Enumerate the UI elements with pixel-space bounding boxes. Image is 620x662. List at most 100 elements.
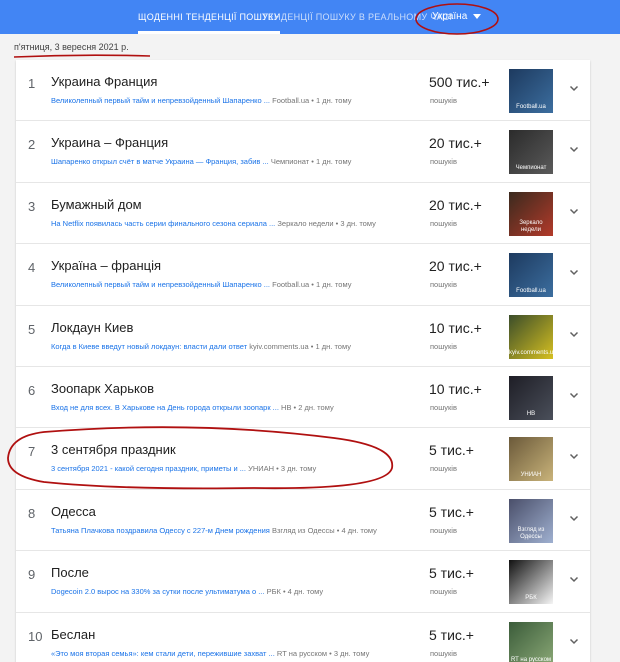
trend-article: Татьяна Плачкова поздравила Одессу с 227…	[51, 526, 377, 535]
article-thumbnail[interactable]: РБК	[509, 560, 553, 605]
article-thumbnail[interactable]: Взгляд из Одессы	[509, 498, 553, 543]
trend-title[interactable]: Беслан	[51, 627, 95, 642]
search-count: 20 тис.+	[429, 258, 482, 275]
search-count: 5 тис.+	[429, 442, 474, 459]
chevron-down-icon[interactable]	[568, 143, 580, 155]
trend-title[interactable]: Бумажный дом	[51, 197, 142, 212]
chevron-down-icon[interactable]	[568, 205, 580, 217]
chevron-down-icon[interactable]	[568, 573, 580, 585]
article-thumbnail[interactable]: Зеркало недели	[509, 191, 553, 236]
search-count: 10 тис.+	[429, 319, 482, 336]
trend-article: На Netflix появилась часть серии финальн…	[51, 219, 376, 228]
chevron-down-icon[interactable]	[568, 635, 580, 647]
tab-realtime-trends-label: ТЕНДЕНЦІЇ ПОШУКУ В РЕАЛЬНОМУ ЧАСІ	[262, 12, 453, 22]
article-source: RT на русском • 3 дн. тому	[276, 648, 370, 658]
article-link[interactable]: На Netflix появилась часть серии финальн…	[51, 219, 275, 228]
trend-rank: 3	[28, 198, 36, 214]
thumbnail-source-label: РБК	[525, 595, 537, 602]
search-count-label: пошуків	[430, 587, 457, 597]
article-thumbnail[interactable]: kyiv.comments.ua	[509, 314, 553, 359]
thumbnail-source-label: RT на русском	[510, 656, 552, 662]
trend-title[interactable]: Украина – Франция	[51, 135, 168, 150]
search-count-label: пошуків	[430, 648, 457, 658]
search-count: 5 тис.+	[429, 626, 474, 643]
tab-daily-trends-label: ЩОДЕННІ ТЕНДЕНЦІЇ ПОШУКУ	[138, 12, 280, 22]
chevron-down-icon[interactable]	[568, 266, 580, 278]
trend-rank: 5	[28, 321, 36, 337]
trend-rank: 7	[28, 444, 36, 460]
article-thumbnail[interactable]: RT на русском	[509, 621, 553, 662]
trend-title[interactable]: После	[51, 565, 89, 580]
chevron-down-icon[interactable]	[568, 82, 580, 94]
search-count: 5 тис.+	[429, 565, 474, 582]
article-link[interactable]: Шапаренко открыл счёт в матче Украина — …	[51, 157, 269, 166]
top-bar: ЩОДЕННІ ТЕНДЕНЦІЇ ПОШУКУ ТЕНДЕНЦІЇ ПОШУК…	[0, 0, 620, 34]
thumbnail-source-label: kyiv.comments.ua	[509, 349, 553, 356]
search-count-label: пошуків	[430, 157, 457, 167]
trend-row[interactable]: 9 После Dogecoin 2.0 вырос на 330% за сутк…	[16, 551, 590, 613]
search-count-label: пошуків	[430, 464, 457, 474]
trend-row[interactable]: 2 Украина – Франция Шапаренко открыл счёт …	[16, 121, 590, 183]
trends-list: 1 Украина Франция Великолепный первый тайм…	[16, 60, 590, 662]
trend-article: Dogecoin 2.0 вырос на 330% за сутки посл…	[51, 587, 323, 596]
article-source: Зеркало недели • 3 дн. тому	[277, 218, 376, 228]
trend-row[interactable]: 1 Украина Франция Великолепный первый тайм…	[16, 60, 590, 122]
article-source: УНИАН • 3 дн. тому	[248, 464, 317, 474]
trend-row[interactable]: 4 Україна – франція Великолепный первый та…	[16, 244, 590, 306]
article-source: kyiv.comments.ua • 1 дн. тому	[249, 341, 351, 351]
search-count-label: пошуків	[430, 280, 457, 290]
chevron-down-icon[interactable]	[568, 328, 580, 340]
chevron-down-icon[interactable]	[568, 512, 580, 524]
trend-title[interactable]: Локдаун Киев	[51, 320, 133, 335]
trend-row[interactable]: 5 Локдаун Киев Когда в Киеве введут новый …	[16, 306, 590, 367]
article-thumbnail[interactable]: НВ	[509, 376, 553, 420]
article-link[interactable]: Великолепный первый тайм и непревзойденн…	[51, 280, 270, 289]
trend-title[interactable]: 3 сентября праздник	[51, 442, 176, 457]
search-count-label: пошуків	[430, 525, 457, 535]
trend-row[interactable]: 8 Одесса Татьяна Плачкова поздравила Одесс…	[16, 490, 590, 552]
trend-row[interactable]: 7 3 сентября праздник 3 сентября 2021 - ка…	[16, 428, 590, 490]
trend-title[interactable]: Одесса	[51, 504, 96, 519]
search-count-label: пошуків	[430, 341, 457, 351]
trend-row[interactable]: 3 Бумажный дом На Netflix появилась часть …	[16, 183, 590, 245]
trend-rank: 1	[28, 76, 36, 91]
trend-article: Шапаренко открыл счёт в матче Украина — …	[51, 157, 351, 166]
thumbnail-source-label: НВ	[526, 411, 536, 417]
trend-rank: 9	[28, 567, 36, 583]
article-link[interactable]: Великолепный первый тайм и непревзойденн…	[51, 96, 270, 105]
article-link[interactable]: 3 сентября 2021 - какой сегодня праздник…	[51, 464, 246, 473]
thumbnail-source-label: Football.ua	[516, 288, 546, 295]
article-thumbnail[interactable]: Football.ua	[509, 69, 553, 113]
article-link[interactable]: Вход не для всех. В Харькове на День гор…	[51, 403, 279, 412]
tab-realtime-trends[interactable]: ТЕНДЕНЦІЇ ПОШУКУ В РЕАЛЬНОМУ ЧАСІ	[262, 0, 452, 34]
trend-title[interactable]: Украина Франция	[51, 74, 157, 89]
article-source: Взгляд из Одессы • 4 дн. тому	[271, 525, 377, 535]
trend-row[interactable]: 6 Зоопарк Харьков Вход не для всех. В Харь…	[16, 367, 590, 429]
article-source: Football.ua • 1 дн. тому	[272, 280, 352, 290]
trend-title[interactable]: Україна – франція	[51, 258, 161, 273]
active-tab-indicator	[138, 31, 280, 34]
trend-title[interactable]: Зоопарк Харьков	[51, 381, 154, 396]
search-count: 500 тис.+	[429, 74, 490, 90]
trend-row[interactable]: 10 Беслан «Это моя вторая семья»: кем стал…	[16, 613, 590, 662]
tab-daily-trends[interactable]: ЩОДЕННІ ТЕНДЕНЦІЇ ПОШУКУ	[138, 0, 280, 34]
article-link[interactable]: Dogecoin 2.0 вырос на 330% за сутки посл…	[51, 587, 264, 596]
article-link[interactable]: Татьяна Плачкова поздравила Одессу с 227…	[51, 526, 270, 535]
trend-article: «Это моя вторая семья»: кем стали дети, …	[51, 649, 369, 658]
article-thumbnail[interactable]: Чемпионат	[509, 130, 553, 175]
country-selector[interactable]: Україна	[432, 0, 482, 34]
trend-rank: 4	[28, 260, 36, 276]
article-link[interactable]: «Это моя вторая семья»: кем стали дети, …	[51, 649, 275, 658]
article-link[interactable]: Когда в Киеве введут новый локдаун: влас…	[51, 342, 247, 351]
trend-rank: 6	[28, 383, 36, 398]
search-count: 20 тис.+	[429, 196, 482, 213]
article-thumbnail[interactable]: Football.ua	[509, 253, 553, 298]
trend-article: Великолепный первый тайм и непревзойденн…	[51, 96, 351, 105]
trend-article: 3 сентября 2021 - какой сегодня праздник…	[51, 464, 316, 473]
article-thumbnail[interactable]: УНИАН	[509, 437, 553, 482]
country-label: Україна	[432, 11, 468, 22]
thumbnail-source-label: Чемпионат	[515, 165, 547, 172]
chevron-down-icon[interactable]	[568, 389, 580, 401]
trend-article: Когда в Киеве введут новый локдаун: влас…	[51, 342, 351, 351]
chevron-down-icon[interactable]	[568, 450, 580, 462]
